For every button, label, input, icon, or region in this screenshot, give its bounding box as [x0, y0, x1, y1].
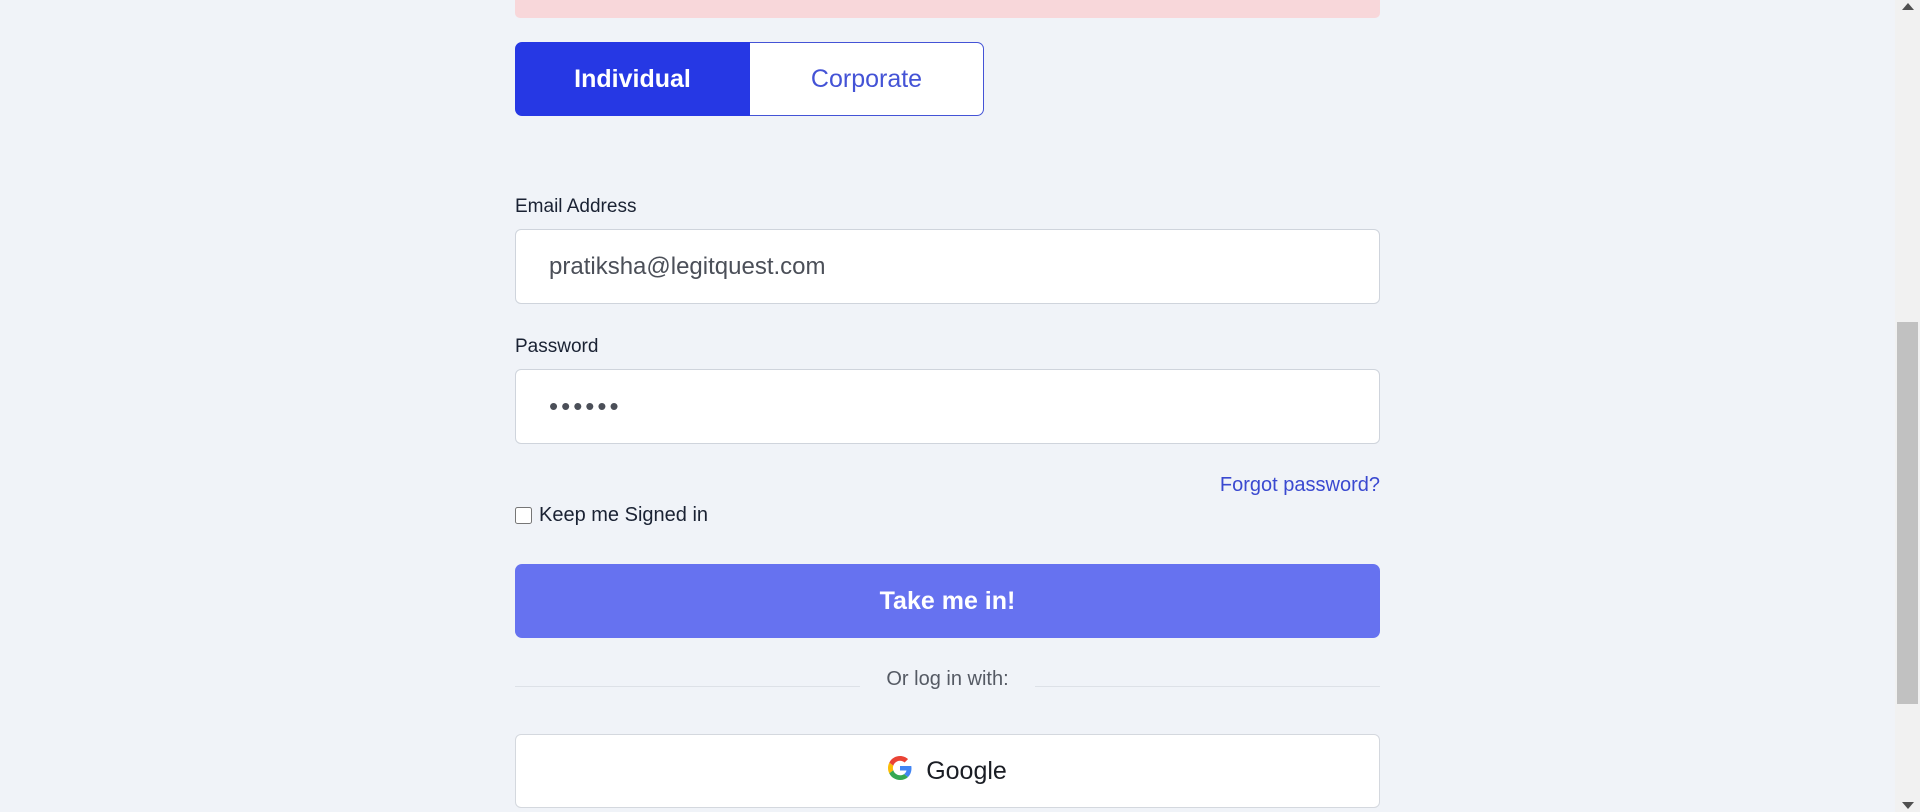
submit-button[interactable]: Take me in! — [515, 564, 1380, 638]
password-label: Password — [515, 336, 599, 357]
error-alert-banner — [515, 0, 1380, 18]
google-label: Google — [926, 756, 1007, 785]
account-type-toggle: Individual Corporate — [515, 42, 984, 116]
individual-tab[interactable]: Individual — [515, 42, 750, 116]
keep-signed-in-checkbox[interactable] — [515, 507, 532, 524]
email-field[interactable] — [515, 229, 1380, 304]
google-icon — [888, 756, 912, 780]
keep-signed-in: Keep me Signed in — [515, 504, 708, 527]
scrollbar[interactable] — [1895, 0, 1920, 812]
divider-text: Or log in with: — [886, 668, 1009, 690]
google-login-button[interactable]: Google — [515, 734, 1380, 808]
scrollbar-thumb[interactable] — [1897, 322, 1918, 704]
password-field[interactable]: •••••• — [515, 369, 1380, 444]
scroll-up-icon[interactable] — [1902, 3, 1914, 10]
forgot-password-link[interactable]: Forgot password? — [1220, 474, 1380, 497]
keep-signed-in-label: Keep me Signed in — [539, 504, 709, 526]
email-label: Email Address — [515, 196, 637, 217]
corporate-tab[interactable]: Corporate — [750, 42, 984, 116]
scroll-down-icon[interactable] — [1902, 802, 1914, 809]
